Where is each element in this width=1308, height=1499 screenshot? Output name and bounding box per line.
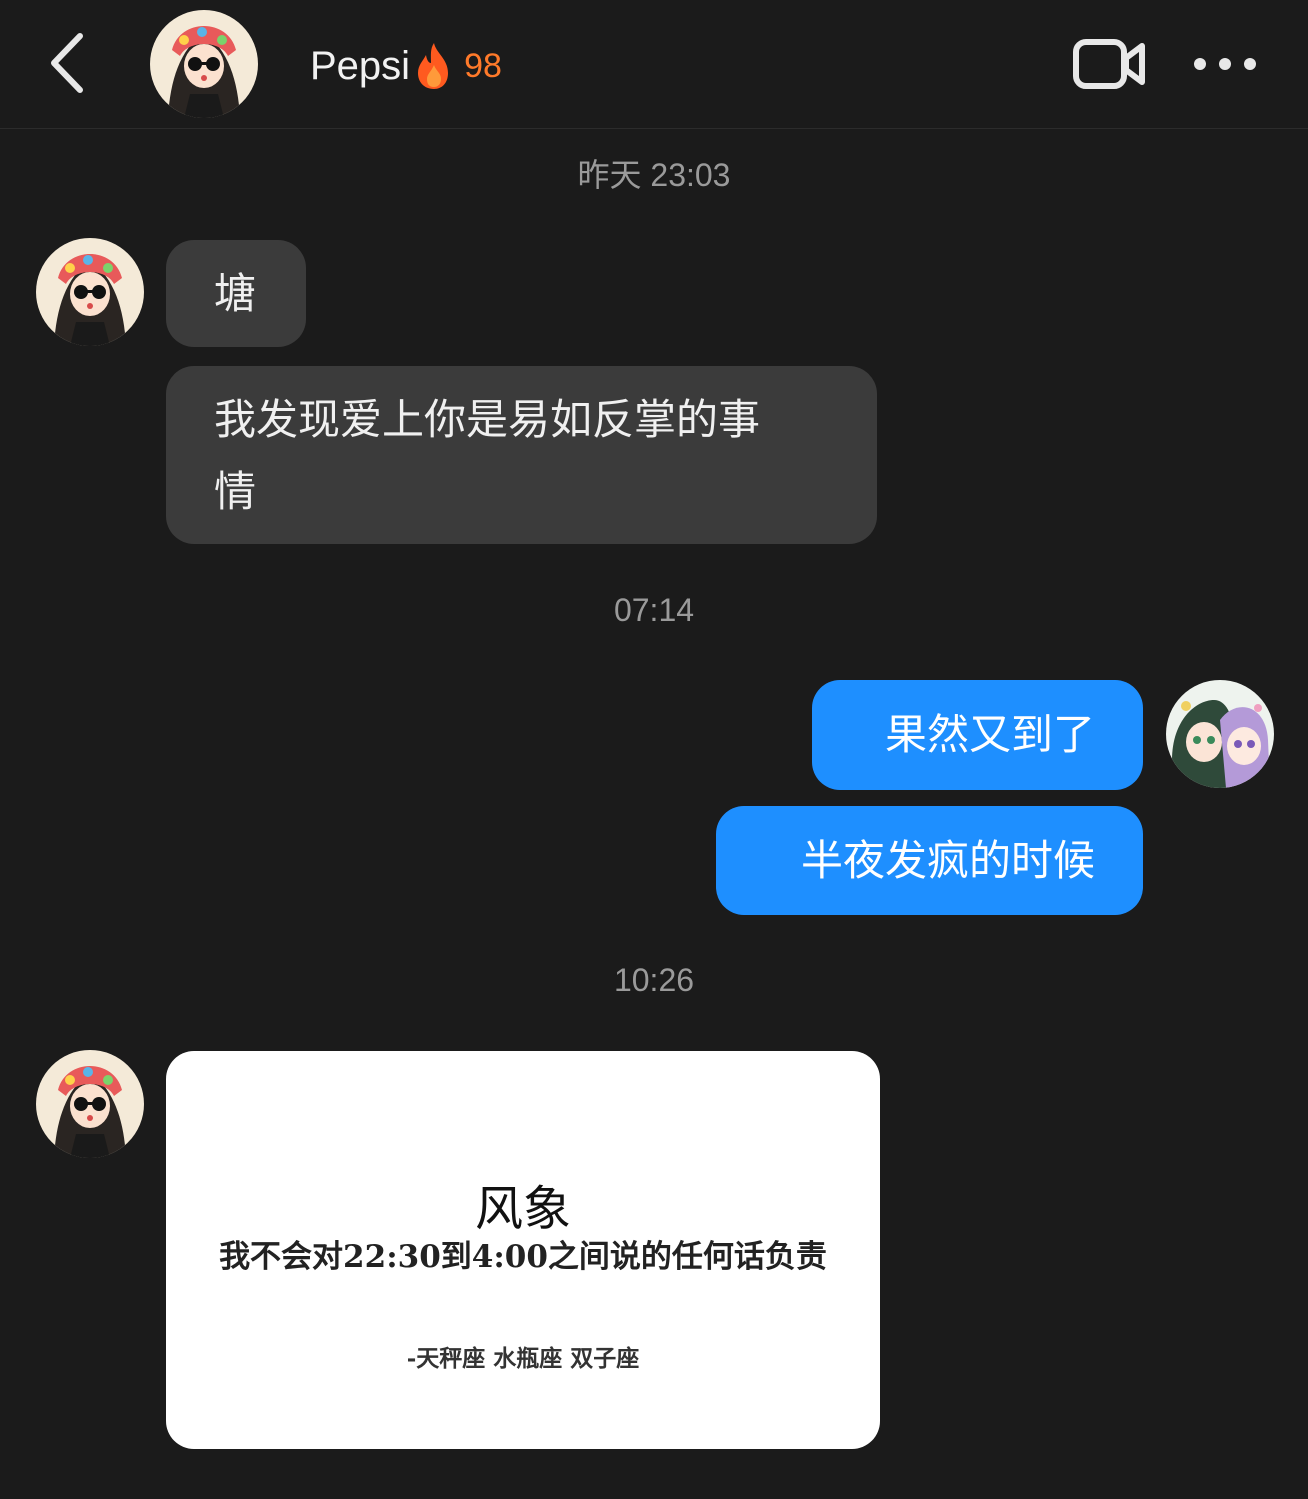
contact-avatar[interactable] [36, 1050, 144, 1158]
message-bubble-outgoing[interactable]: 半夜发疯的时候 [716, 806, 1143, 915]
timestamp: 10:26 [613, 962, 695, 998]
flame-icon [418, 43, 449, 89]
more-dots-icon [1194, 58, 1256, 70]
contact-avatar[interactable] [150, 10, 258, 118]
timestamp: 昨天 23:03 [577, 157, 731, 193]
chat-title: Pepsi 98 [310, 36, 502, 96]
my-avatar[interactable] [1166, 680, 1274, 788]
chevron-left-icon [51, 33, 83, 93]
contact-avatar[interactable] [36, 238, 144, 346]
video-call-button[interactable] [1072, 36, 1146, 92]
more-options-button[interactable] [1190, 44, 1260, 84]
message-bubble-outgoing[interactable]: 果然又到了 [812, 680, 1143, 790]
message-bubble-incoming[interactable]: 塘 [166, 240, 306, 347]
back-button[interactable] [40, 28, 100, 98]
timestamp: 07:14 [613, 592, 695, 628]
streak-count: 98 [464, 46, 502, 85]
image-signature: -天秤座 水瓶座 双子座 [406, 1345, 640, 1372]
video-camera-icon [1073, 39, 1145, 89]
message-bubble-incoming[interactable]: 我发现爱上你是易如反掌的事 情 [166, 366, 877, 544]
image-message[interactable]: 风象 我不会对22:30到4:00之间说的任何话负责 -天秤座 水瓶座 双子座 [166, 1051, 880, 1449]
chat-header: Pepsi 98 [0, 0, 1308, 129]
image-title: 风象 [474, 1181, 571, 1237]
contact-name: Pepsi [310, 43, 411, 88]
image-quote: 我不会对22:30到4:00之间说的任何话负责 [219, 1239, 827, 1275]
